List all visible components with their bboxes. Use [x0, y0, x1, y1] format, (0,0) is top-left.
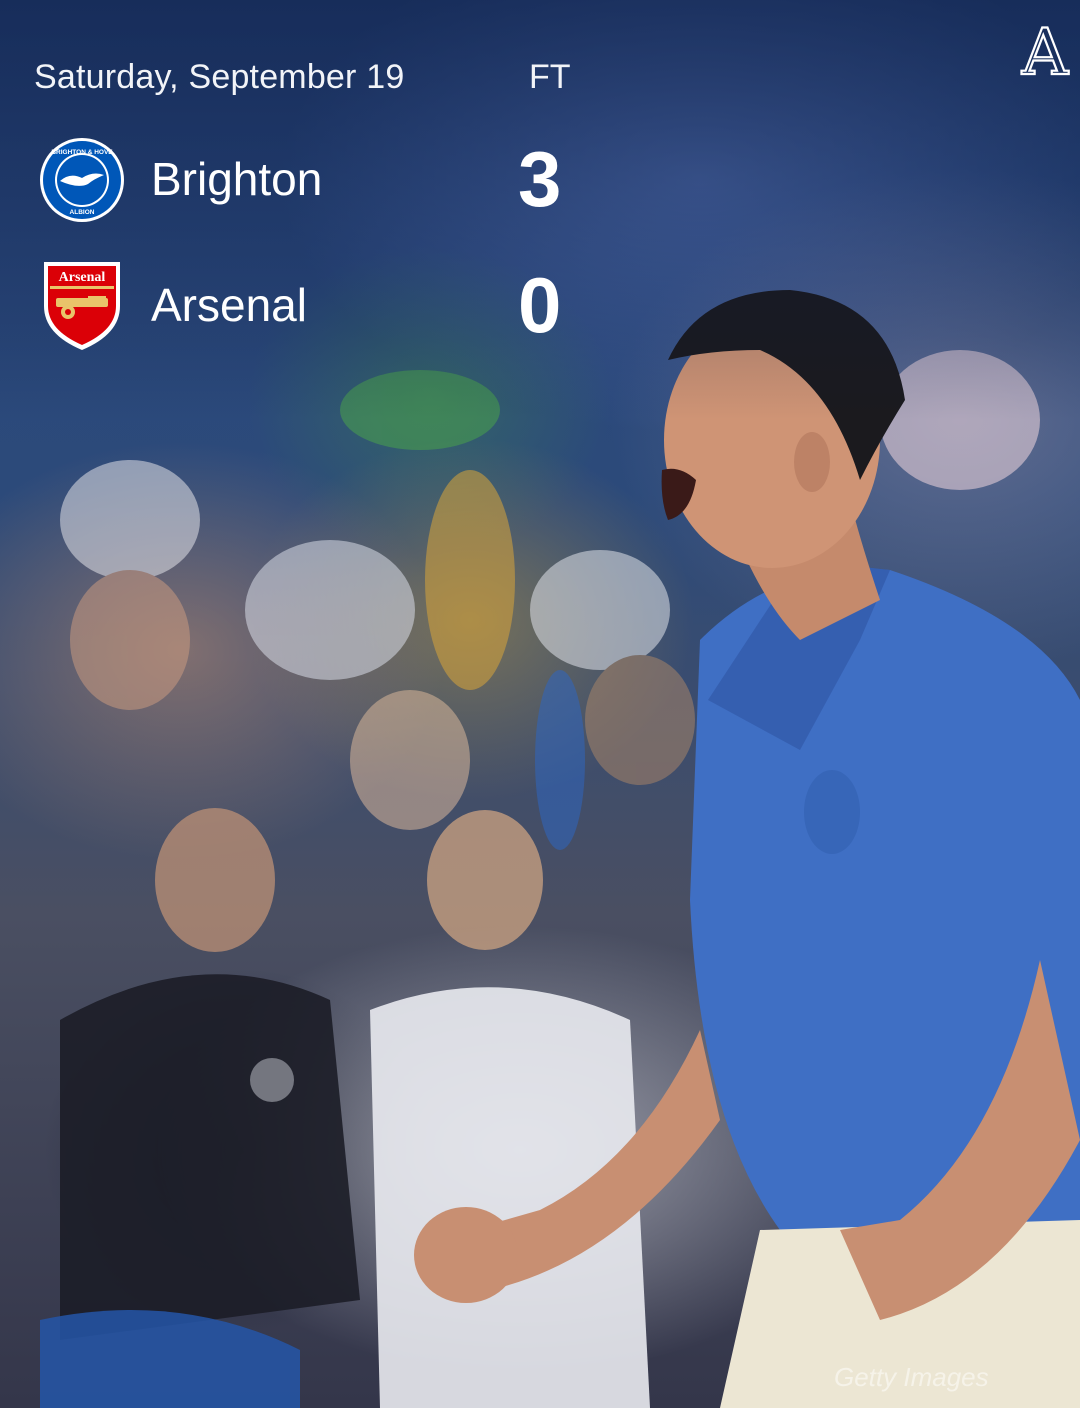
svg-text:Arsenal: Arsenal	[59, 270, 106, 285]
brighton-crest-icon: BRIGHTON & HOVE ALBION	[40, 138, 124, 222]
photo-credit: Getty Images	[834, 1362, 989, 1392]
svg-text:A: A	[1021, 16, 1069, 80]
home-team-row[interactable]: BRIGHTON & HOVE ALBION Brighton 3	[0, 130, 700, 230]
home-team-name: Brighton	[151, 153, 323, 205]
match-date: Saturday, September 19	[34, 58, 405, 96]
arsenal-crest-icon: Arsenal	[44, 262, 120, 350]
svg-text:BRIGHTON & HOVE: BRIGHTON & HOVE	[51, 149, 113, 156]
away-team-score: 0	[518, 261, 562, 349]
match-result-card: A Saturday, September 19 FT BRIGHTON & H…	[0, 0, 1080, 1408]
the-athletic-logo[interactable]: A	[1014, 16, 1076, 80]
home-team-score: 3	[518, 135, 562, 223]
away-team-name: Arsenal	[151, 279, 307, 331]
away-team-row[interactable]: Arsenal Arsenal 0	[0, 256, 700, 356]
match-status: FT	[529, 58, 571, 96]
svg-text:ALBION: ALBION	[70, 209, 95, 216]
